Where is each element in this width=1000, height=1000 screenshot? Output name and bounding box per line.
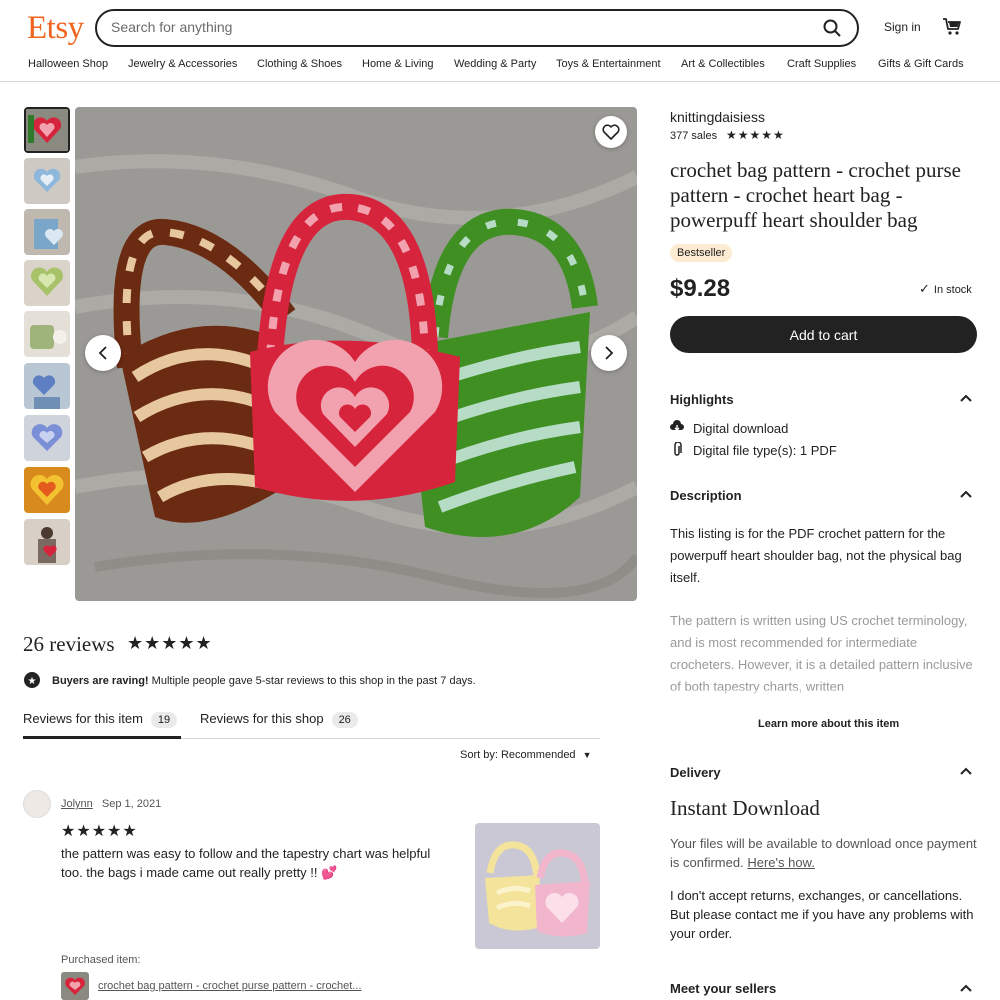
search-bar[interactable] (95, 9, 859, 47)
download-cloud-icon (670, 420, 684, 437)
nav-home-living[interactable]: Home & Living (362, 58, 434, 70)
review-date: Sep 1, 2021 (101, 798, 162, 810)
heres-how-link[interactable]: Here's how. (747, 855, 815, 870)
thumbnail-8[interactable] (24, 467, 70, 513)
shop-rating-stars: ★★★★★ (726, 128, 785, 142)
nav-gifts-gift-cards[interactable]: Gifts & Gift Cards (878, 58, 964, 70)
chevron-up-icon[interactable] (960, 767, 972, 778)
chevron-up-icon[interactable] (960, 394, 972, 405)
tab-item-count: 19 (150, 712, 178, 728)
sign-in-link[interactable]: Sign in (884, 20, 921, 34)
tab-shop-label: Reviews for this shop (200, 711, 324, 726)
thumbnail-1[interactable] (24, 107, 70, 153)
heart-icon (602, 124, 620, 140)
search-icon[interactable] (823, 19, 841, 42)
thumbnail-5[interactable] (24, 311, 70, 357)
reviewer-meta: Jolynn Sep 1, 2021 (61, 798, 161, 810)
description-paragraph-1: This listing is for the PDF crochet patt… (670, 526, 962, 585)
highlight-digital-download: Digital download (693, 421, 789, 436)
tab-reviews-for-shop[interactable]: Reviews for this shop 26 (200, 711, 358, 728)
review-text: the pattern was easy to follow and the t… (61, 846, 431, 880)
etsy-logo[interactable]: Etsy (27, 10, 84, 47)
stock-status-label: In stock (933, 284, 972, 296)
svg-text:★: ★ (28, 676, 37, 687)
nav-wedding-party[interactable]: Wedding & Party (454, 58, 536, 70)
nav-jewelry-accessories[interactable]: Jewelry & Accessories (128, 58, 237, 70)
chevron-right-icon (605, 346, 614, 360)
thumbnail-7[interactable] (24, 415, 70, 461)
nav-halloween-shop[interactable]: Halloween Shop (28, 58, 108, 70)
tab-shop-count: 26 (331, 712, 358, 728)
thumbnail-2[interactable] (24, 158, 70, 204)
previous-image-button[interactable] (85, 335, 121, 371)
buyers-raving-notice: Buyers are raving! Multiple people gave … (52, 675, 476, 687)
tab-item-label: Reviews for this item (23, 711, 143, 726)
chevron-left-icon (98, 346, 107, 360)
review-stars: ★★★★★ (61, 823, 138, 840)
reviews-count-title: 26 reviews (23, 632, 115, 656)
raving-bold: Buyers are raving! (52, 675, 149, 687)
thumbnail-6[interactable] (24, 363, 70, 409)
returns-policy: I don't accept returns, exchanges, or ca… (670, 888, 974, 941)
purchased-item-link[interactable]: crochet bag pattern - crochet purse patt… (98, 980, 362, 992)
highlight-file-type: Digital file type(s): 1 PDF (693, 443, 837, 458)
delivery-heading[interactable]: Delivery (670, 765, 721, 780)
caret-down-icon: ▼ (582, 750, 592, 760)
delivery-info: Your files will be available to download… (670, 834, 980, 872)
nav-toys-entertainment[interactable]: Toys & Entertainment (556, 58, 661, 70)
sales-count: 377 sales (670, 130, 718, 142)
instant-download-title: Instant Download (670, 796, 820, 820)
raving-text: Multiple people gave 5-star reviews to t… (151, 675, 476, 687)
thumbnail-9[interactable] (24, 519, 70, 565)
bestseller-badge: Bestseller (670, 244, 733, 262)
search-input[interactable] (111, 19, 791, 35)
shop-name-link[interactable]: knittingdaisiess (670, 109, 765, 125)
description-heading[interactable]: Description (670, 488, 742, 503)
thumbnail-3[interactable] (24, 209, 70, 255)
highlights-heading[interactable]: Highlights (670, 392, 734, 407)
reviewer-name-link[interactable]: Jolynn (61, 798, 93, 810)
add-to-cart-button[interactable]: Add to cart (670, 316, 977, 353)
listing-title: crochet bag pattern - crochet purse patt… (670, 158, 961, 232)
main-product-image (75, 107, 637, 601)
active-tab-indicator (23, 736, 181, 739)
cart-icon[interactable] (942, 16, 962, 41)
nav-clothing-shoes[interactable]: Clothing & Shoes (257, 58, 342, 70)
chevron-up-icon[interactable] (960, 490, 972, 501)
favorite-button[interactable] (595, 116, 627, 148)
nav-divider (0, 81, 1000, 82)
avatar[interactable] (23, 790, 51, 818)
reviews-stars: ★★★★★ (127, 633, 213, 653)
sort-dropdown[interactable]: Sort by: Recommended ▼ (460, 749, 592, 761)
chevron-up-icon[interactable] (960, 984, 972, 995)
next-image-button[interactable] (591, 335, 627, 371)
check-icon: ✓ (919, 281, 930, 296)
nav-craft-supplies[interactable]: Craft Supplies (787, 58, 856, 70)
purchased-item-label: Purchased item: (61, 954, 141, 966)
stock-status: ✓ In stock (919, 281, 972, 297)
star-badge-icon: ★ (24, 672, 40, 693)
meet-your-sellers-heading[interactable]: Meet your sellers (670, 981, 776, 996)
tab-reviews-for-item[interactable]: Reviews for this item 19 (23, 711, 178, 728)
sort-label: Sort by: Recommended (460, 749, 576, 761)
nav-art-collectibles[interactable]: Art & Collectibles (681, 58, 765, 70)
paperclip-icon (670, 441, 684, 461)
price: $9.28 (670, 275, 731, 302)
delivery-text: Your files will be available to download… (670, 836, 977, 870)
purchased-item-thumbnail[interactable] (61, 972, 89, 1000)
learn-more-button[interactable]: Learn more about this item (758, 718, 899, 730)
thumbnail-4[interactable] (24, 260, 70, 306)
review-photo[interactable] (475, 823, 600, 949)
